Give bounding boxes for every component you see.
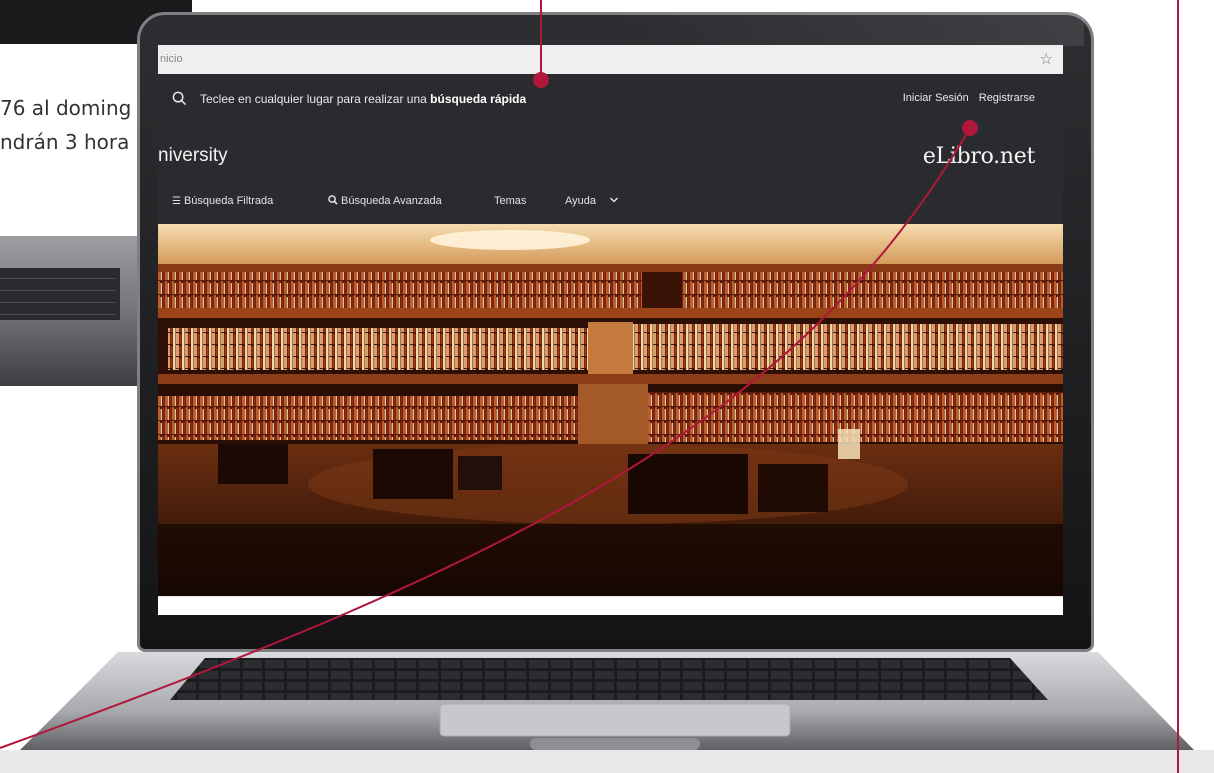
login-link[interactable]: Iniciar Sesión [903, 92, 969, 104]
site-header: Teclee en cualquier lugar para realizar … [158, 74, 1063, 224]
search-icon[interactable] [172, 91, 187, 106]
library-hero-image [158, 224, 1063, 596]
nav-item-advanced-search[interactable]: Búsqueda Avanzada [328, 195, 442, 207]
background-text-line-1: 76 al doming [0, 96, 132, 120]
filter-icon: ☰ [172, 196, 181, 207]
background-text-line-2: ndrán 3 hora [0, 130, 130, 154]
search-icon [328, 195, 338, 205]
nav-item-help[interactable]: Ayuda [565, 195, 619, 207]
browser-address-bar[interactable]: nicio ☆ [158, 45, 1063, 75]
laptop-base [0, 652, 1214, 773]
nav-item-topics[interactable]: Temas [494, 195, 526, 207]
elibro-logo[interactable]: eLibro.net [923, 144, 1035, 169]
star-icon[interactable]: ☆ [1040, 50, 1053, 68]
lid-reflection [610, 12, 1084, 46]
auth-links: Iniciar Sesión Registrarse [903, 92, 1035, 104]
address-text: nicio [160, 53, 183, 65]
background-keyboard [0, 268, 120, 320]
institution-name: niversity [158, 145, 228, 166]
search-hint-bold: búsqueda rápida [430, 92, 527, 106]
register-link[interactable]: Registrarse [979, 92, 1035, 104]
quick-search-hint[interactable]: Teclee en cualquier lugar para realizar … [200, 92, 526, 106]
search-hint-text: Teclee en cualquier lugar para realizar … [200, 92, 427, 106]
chevron-down-icon [610, 197, 619, 203]
nav-item-filtered-search[interactable]: ☰ Búsqueda Filtrada [172, 195, 273, 207]
laptop-screen: nicio ☆ Teclee en cualquier lugar para r… [158, 45, 1063, 615]
page-content-edge [158, 596, 1063, 615]
